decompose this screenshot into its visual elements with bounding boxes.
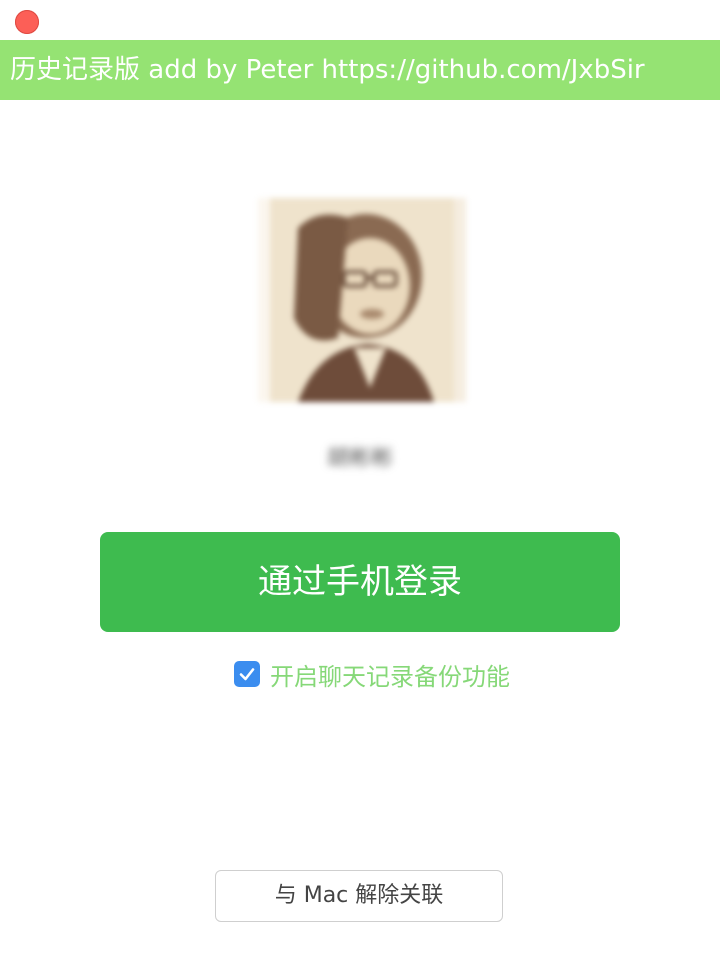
checkmark-icon [239, 668, 255, 681]
phone-login-button[interactable]: 通过手机登录 [100, 532, 620, 632]
history-version-banner: 历史记录版 add by Peter https://github.com/Jx… [0, 40, 720, 100]
chat-backup-option[interactable]: 开启聊天记录备份功能 [234, 660, 510, 691]
unlink-mac-button[interactable]: 与 Mac 解除关联 [215, 870, 503, 922]
username-label: 胡彬彬 [326, 446, 393, 471]
login-window: 历史记录版 add by Peter https://github.com/Jx… [0, 0, 720, 964]
banner-text: 历史记录版 add by Peter https://github.com/Jx… [10, 55, 645, 85]
avatar-photo-icon [258, 198, 466, 402]
backup-label: 开启聊天记录备份功能 [270, 662, 510, 691]
backup-checkbox[interactable] [234, 661, 260, 687]
close-window-button[interactable] [15, 10, 39, 34]
user-avatar [258, 198, 466, 402]
